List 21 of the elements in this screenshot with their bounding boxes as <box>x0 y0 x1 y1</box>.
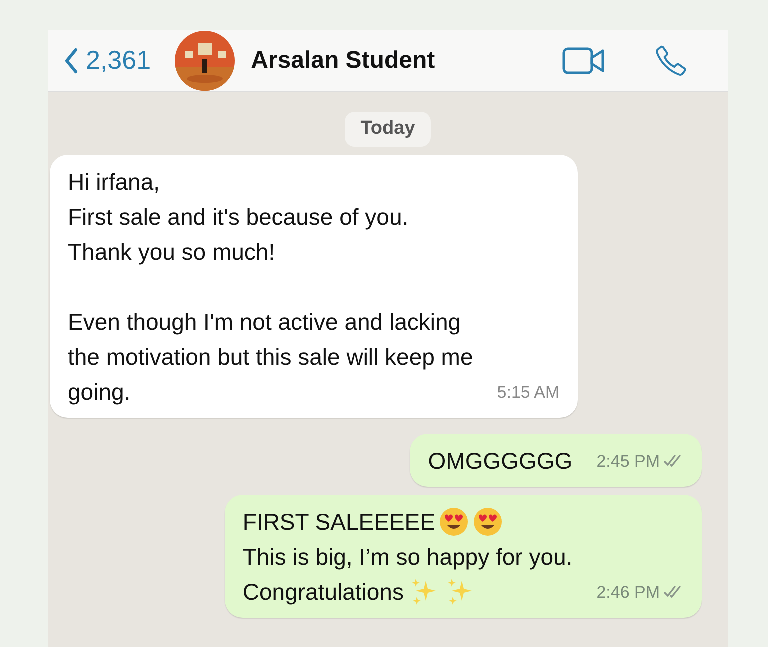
back-icon <box>64 48 78 74</box>
video-call-button[interactable] <box>562 46 606 76</box>
message-time: 2:45 PM <box>596 450 660 472</box>
date-label: Today <box>344 112 432 146</box>
message-text: Congratulations <box>242 578 404 607</box>
message-text: Even though I'm not active and lacking <box>68 308 462 337</box>
message-text: the motivation but this sale will keep me <box>68 342 474 372</box>
message-text: Hi irfana, <box>68 168 160 196</box>
back-button[interactable]: 2,361 <box>64 41 152 80</box>
message-text: First sale and it's because of you. <box>68 202 409 232</box>
message-text: going. <box>68 378 131 407</box>
contact-name: Arsalan Student <box>251 46 436 76</box>
message-text: OMGGGGGG <box>428 446 573 476</box>
phone-call-button[interactable] <box>654 44 688 78</box>
heart-eyes-emoji-icon <box>473 507 504 537</box>
message-text: This is big, I’m so happy for you. <box>242 542 573 572</box>
message-time: 2:46 PM <box>596 582 660 604</box>
heart-eyes-emoji-icon <box>439 507 470 537</box>
message-time: 5:15 AM <box>497 382 560 404</box>
message-text: FIRST SALEEEEE <box>242 508 436 536</box>
message-text: Thank you so much! <box>68 238 276 267</box>
